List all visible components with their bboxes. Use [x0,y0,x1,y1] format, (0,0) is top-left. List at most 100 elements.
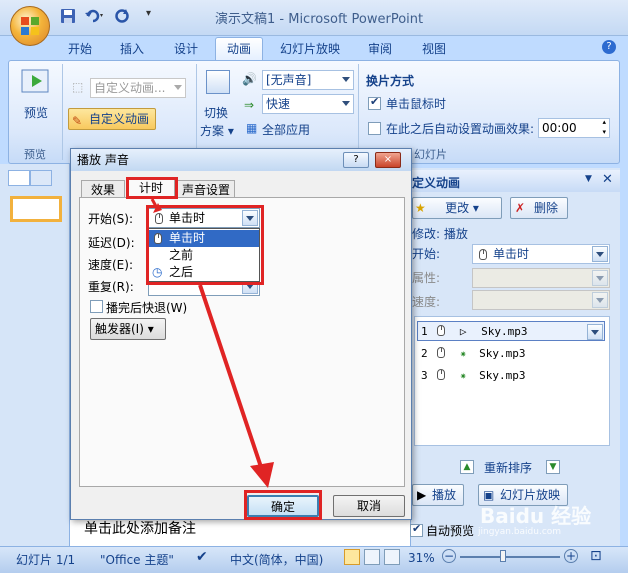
star-effect-icon: ✷ [459,369,467,382]
pane-menu-icon[interactable]: ▼ [585,174,592,184]
tab-effect[interactable]: 效果 [81,180,125,198]
animation-list[interactable]: 1 ▷ Sky.mp3 2 ✷ Sky.mp3 3 ✷ Sky.mp3 [414,316,610,446]
preview-button[interactable]: 预览 [24,104,48,121]
office-button[interactable] [10,6,50,46]
speed-dropdown [472,290,610,310]
start-label: 开始(S): [88,212,134,226]
move-down-icon[interactable]: ▼ [546,460,560,474]
repeat-label: 重复(R): [88,280,134,294]
tab-home[interactable]: 开始 [68,40,92,57]
item-menu-icon[interactable] [587,324,603,340]
zoom-out-icon[interactable]: − [442,549,456,563]
list-item[interactable]: 3 ✷ Sky.mp3 [421,368,525,382]
list-item[interactable]: 2 ✷ Sky.mp3 [421,346,525,360]
apply-all-icon: ▦ [246,121,258,135]
animate-icon: ⬚ [72,80,84,94]
slideshow-view-icon[interactable] [384,549,400,565]
transition-scheme-icon[interactable] [206,70,230,94]
zoom-level[interactable]: 31% [408,551,435,565]
mouse-icon [437,347,446,358]
apply-all-button[interactable]: 全部应用 [262,121,310,138]
tab-sound-settings[interactable]: 声音设置 [177,180,235,198]
tab-view[interactable]: 视图 [422,40,446,57]
modify-label: 修改: 播放 [412,227,468,241]
tab-design[interactable]: 设计 [174,40,198,57]
cancel-button[interactable]: 取消 [333,495,405,517]
tab-review[interactable]: 审阅 [368,40,392,57]
list-item[interactable]: 1 ▷ Sky.mp3 [421,324,527,338]
tab-animation[interactable]: 动画 [215,37,263,61]
theme-name: "Office 主题" [100,553,174,567]
sorter-view-icon[interactable] [364,549,380,565]
auto-time-spinner[interactable]: 00:00 ▴ ▾ [538,118,610,138]
language: 中文(简体，中国) [230,553,324,567]
autopreview-checkbox[interactable] [410,522,423,537]
sound-icon: 🔊 [242,72,257,86]
dropdown-arrow-icon[interactable] [242,210,258,226]
change-effect-button[interactable]: ★ 更改 ▾ [412,197,502,219]
mouse-icon [437,369,446,380]
preview-icon[interactable] [20,68,54,98]
scheme-label-1: 切换 [204,106,229,120]
play-button[interactable]: ▶ 播放 [412,484,464,506]
star-icon: ★ [415,201,426,215]
group-divider [62,64,63,160]
play-icon: ▷ [459,325,467,338]
on-click-checkbox[interactable] [368,95,381,110]
tab-insert[interactable]: 插入 [120,40,144,57]
dialog-help-button[interactable]: ? [343,152,369,168]
reorder-label: 重新排序 [484,461,533,475]
help-icon[interactable]: ? [602,40,616,54]
rewind-checkbox[interactable] [90,300,103,313]
task-pane-title: 定义动画 [412,176,461,190]
slide-thumbnail[interactable] [10,196,62,222]
trigger-button[interactable]: 触发器(I) ▾ [90,318,166,340]
custom-anim-dropdown: 自定义动画... [90,78,186,98]
move-up-icon[interactable]: ▲ [460,460,474,474]
custom-animation-button[interactable]: ✎ 自定义动画 [68,108,156,130]
option-with-previous[interactable]: 之前 [149,247,259,264]
delete-icon: ✗ [515,201,526,215]
zoom-slider[interactable] [460,556,560,558]
speed-field-label: 速度(E): [88,258,133,272]
property-dropdown [472,268,610,288]
option-on-click[interactable]: 单击时 [149,230,259,247]
spellcheck-icon[interactable]: ✔ [196,549,208,565]
play-icon: ▶ [417,488,427,502]
save-icon[interactable] [60,8,76,28]
pane-close-icon[interactable]: ✕ [602,172,613,187]
zoom-in-icon[interactable]: + [564,549,578,563]
autopreview-label: 自动预览 [426,524,475,538]
star-effect-icon: ✷ [459,347,467,360]
tab-timing[interactable]: 计时 [127,178,175,198]
start-dropdown[interactable]: 单击时 [148,208,260,228]
scheme-button[interactable]: 方案 ▾ [200,122,234,139]
ok-button[interactable]: 确定 [247,495,319,517]
remove-effect-button[interactable]: ✗ 删除 [510,197,568,219]
custom-animation-icon: ✎ [72,114,83,128]
pane-start-dropdown[interactable]: 单击时 [472,244,610,264]
slide-info: 幻灯片 1/1 [16,553,76,567]
transition-sound-dropdown[interactable]: [无声音] [262,70,354,90]
office-logo-icon [21,17,39,35]
undo-icon[interactable] [84,8,106,28]
group-divider [196,64,197,160]
customize-qat-icon[interactable]: ▾ [146,8,151,28]
dialog-close-button[interactable]: × [375,152,401,168]
group-divider [358,64,359,160]
start-options-list[interactable]: 单击时 之前 ◷ 之后 [148,228,260,282]
auto-after-checkbox[interactable] [368,122,381,135]
transition-speed-dropdown[interactable]: 快速 [262,94,354,114]
redo-icon[interactable] [114,8,130,28]
slides-tab[interactable] [8,170,30,186]
baidu-watermark-url: jingyan.baidu.com [478,527,562,537]
option-after-previous[interactable]: ◷ 之后 [149,264,259,281]
outline-tab[interactable] [30,170,52,186]
tab-slideshow[interactable]: 幻灯片放映 [280,40,340,57]
fit-window-icon[interactable]: ⊡ [590,548,602,564]
zoom-slider-thumb[interactable] [500,550,506,562]
speed-icon: ⇒ [244,98,255,112]
property-label: 属性: [412,271,441,285]
normal-view-icon[interactable] [344,549,360,565]
notes-placeholder[interactable]: 单击此处添加备注 [84,518,196,538]
